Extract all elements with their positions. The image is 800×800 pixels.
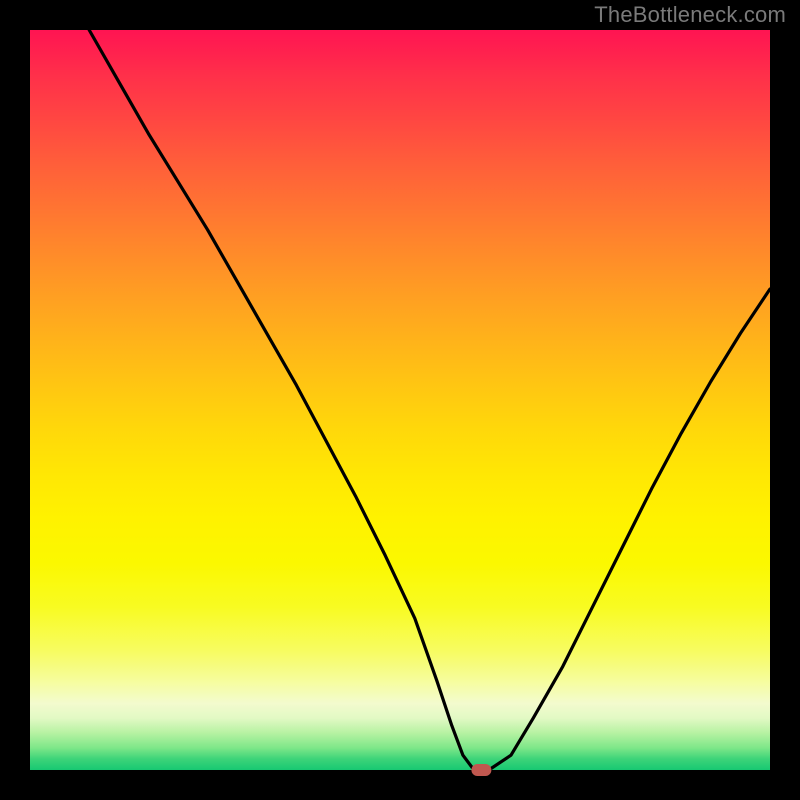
curve-svg bbox=[30, 30, 770, 770]
bottleneck-curve-path bbox=[89, 30, 770, 770]
chart-frame: TheBottleneck.com bbox=[0, 0, 800, 800]
plot-area bbox=[30, 30, 770, 770]
optimum-marker bbox=[471, 764, 491, 776]
watermark-text: TheBottleneck.com bbox=[594, 2, 786, 28]
